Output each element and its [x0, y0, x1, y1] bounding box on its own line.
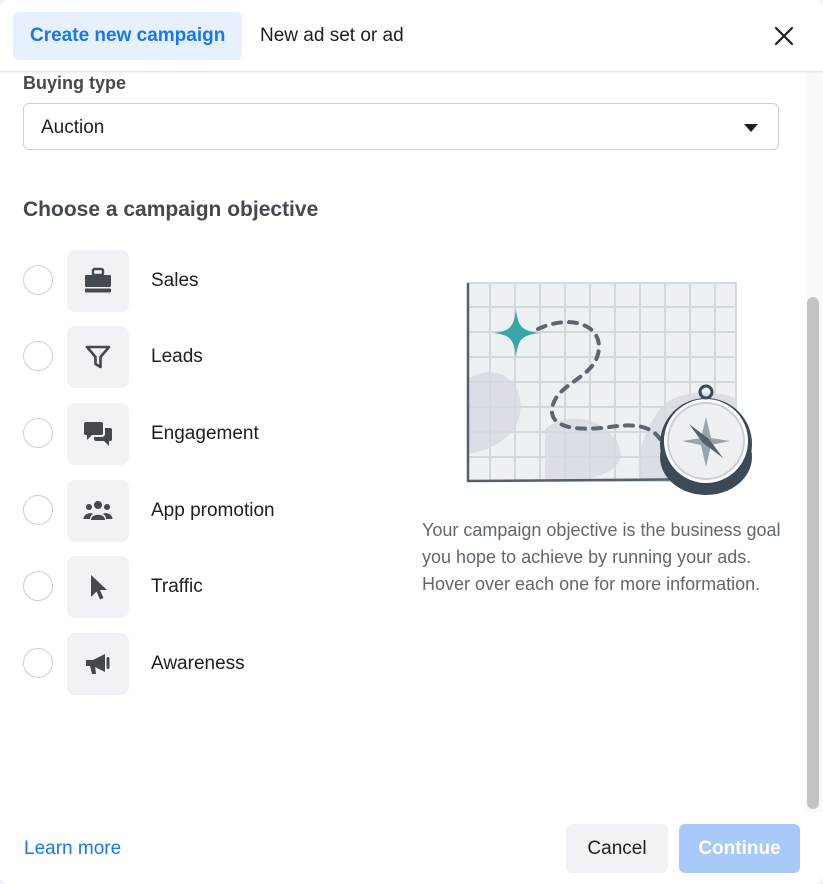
- objective-radio[interactable]: [23, 571, 53, 601]
- objective-leads[interactable]: Leads: [23, 326, 393, 388]
- dialog-header: Create new campaign New ad set or ad: [0, 0, 823, 72]
- objective-label: App promotion: [151, 500, 275, 521]
- buying-type-value: Auction: [41, 117, 105, 138]
- tab-create-new-campaign[interactable]: Create new campaign: [13, 12, 243, 60]
- objective-section-title: Choose a campaign objective: [23, 198, 319, 221]
- dialog-footer: Learn more Cancel Continue: [0, 812, 823, 884]
- funnel-icon: [85, 345, 111, 369]
- objective-radio[interactable]: [23, 495, 53, 525]
- icon-tile: [67, 250, 129, 312]
- objective-description: Your campaign objective is the business …: [422, 520, 781, 594]
- icon-tile: [67, 326, 129, 388]
- objective-awareness[interactable]: Awareness: [23, 633, 393, 695]
- objective-label: Sales: [151, 270, 199, 291]
- chat-bubbles-icon: [84, 422, 112, 446]
- caret-down-icon: [744, 124, 758, 132]
- objective-label: Engagement: [151, 423, 259, 444]
- continue-button[interactable]: Continue: [679, 824, 800, 873]
- tab-new-ad-set-or-ad[interactable]: New ad set or ad: [243, 12, 421, 60]
- objective-engagement[interactable]: Engagement: [23, 403, 393, 465]
- briefcase-icon: [85, 267, 111, 293]
- objective-radio[interactable]: [23, 341, 53, 371]
- buying-type-select[interactable]: Auction: [23, 103, 779, 150]
- objective-traffic[interactable]: Traffic: [23, 556, 393, 618]
- dialog-content: Buying type Auction Choose a campaign ob…: [0, 71, 806, 811]
- close-button[interactable]: [766, 18, 802, 54]
- people-icon: [83, 501, 113, 520]
- objective-radio[interactable]: [23, 265, 53, 295]
- icon-tile: [67, 556, 129, 618]
- megaphone-icon: [86, 654, 110, 674]
- close-icon: [774, 26, 794, 46]
- cancel-button[interactable]: Cancel: [566, 824, 668, 873]
- objective-app-promotion[interactable]: App promotion: [23, 480, 393, 542]
- icon-tile: [67, 480, 129, 542]
- objective-label: Traffic: [151, 576, 203, 597]
- icon-tile: [67, 633, 129, 695]
- icon-tile: [67, 403, 129, 465]
- objective-radio[interactable]: [23, 418, 53, 448]
- map-compass-illustration: [466, 282, 752, 495]
- learn-more-link[interactable]: Learn more: [24, 838, 121, 860]
- objective-sales[interactable]: Sales: [23, 250, 393, 312]
- cursor-icon: [91, 575, 107, 600]
- objective-radio[interactable]: [23, 648, 53, 678]
- objective-label: Leads: [151, 346, 203, 367]
- create-campaign-dialog: Create new campaign New ad set or ad Buy…: [0, 0, 823, 884]
- scrollbar-thumb[interactable]: [807, 297, 819, 809]
- objective-label: Awareness: [151, 653, 245, 674]
- buying-type-label: Buying type: [23, 73, 127, 93]
